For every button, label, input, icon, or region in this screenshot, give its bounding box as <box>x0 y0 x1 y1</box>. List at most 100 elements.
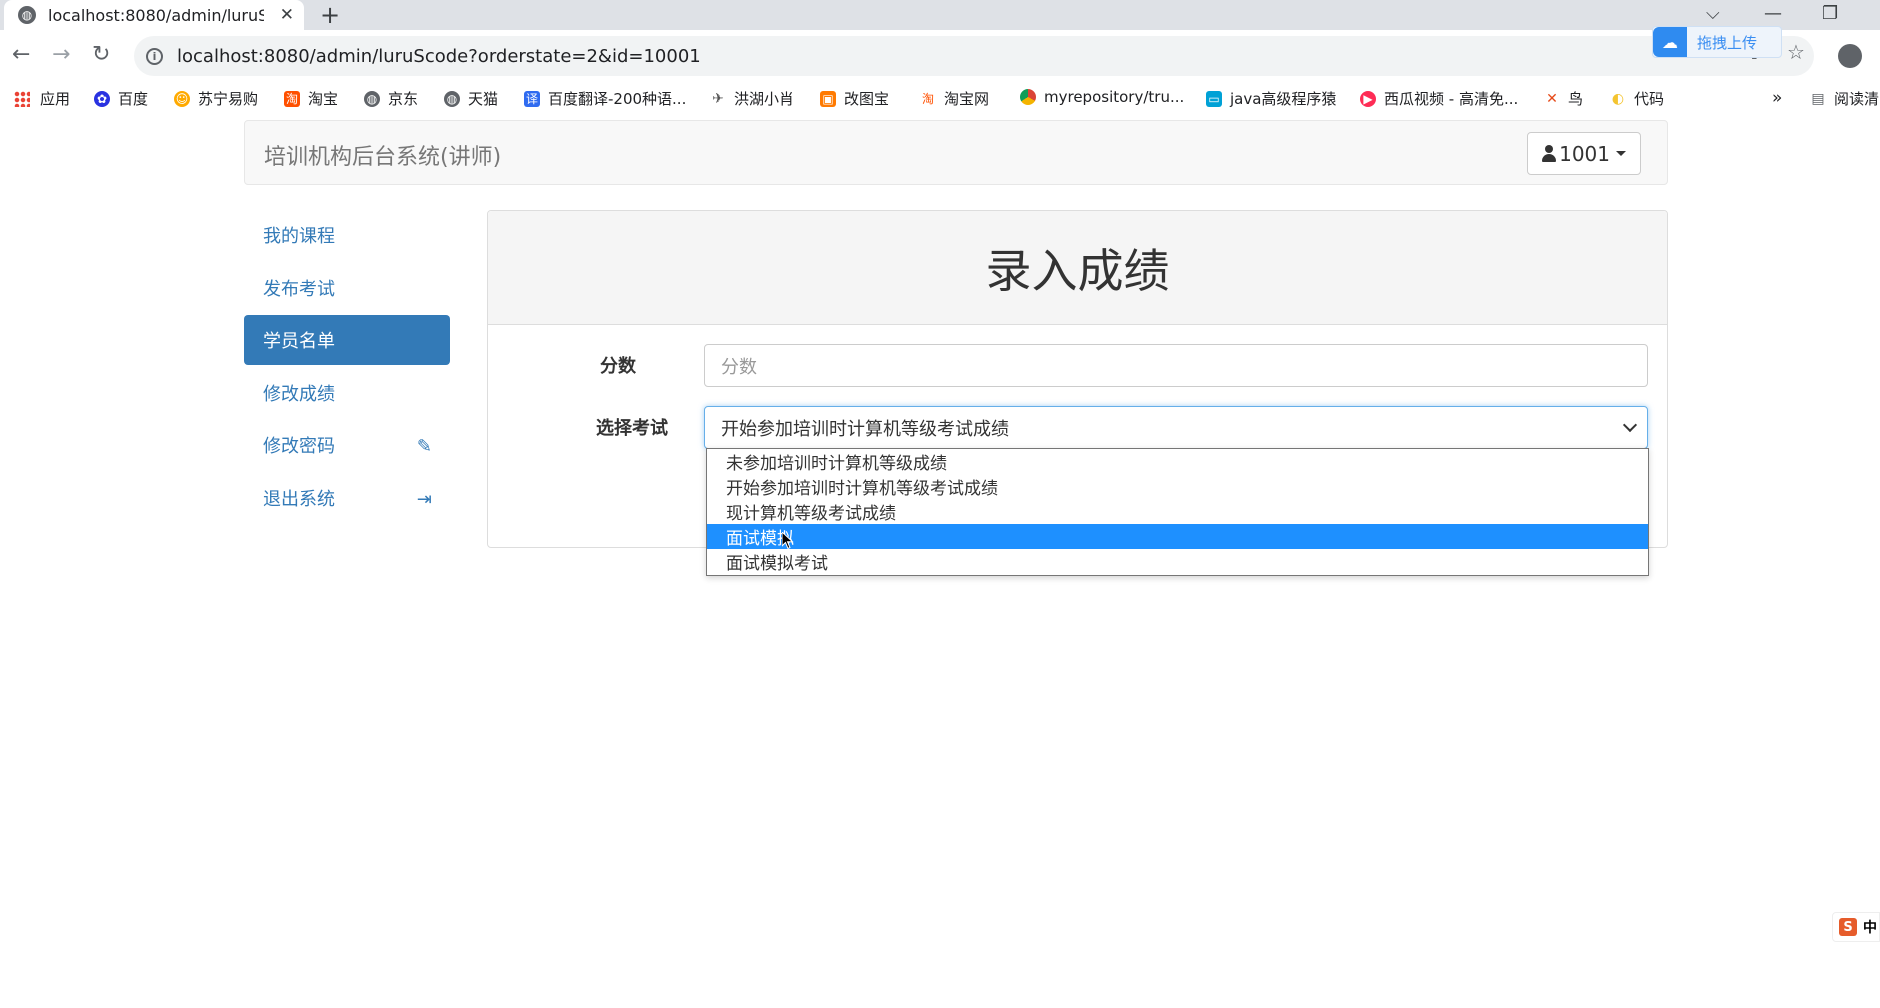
page-title: 录入成绩 <box>985 243 1170 298</box>
address-bar[interactable]: i localhost:8080/admin/luruScode?orderst… <box>134 36 1814 76</box>
bookmark-label: 淘宝 <box>308 90 339 108</box>
logout-icon: ⇥ <box>416 488 432 510</box>
bookmark-apps[interactable]: 应用 <box>14 88 70 109</box>
bookmark-label: 代码 <box>1634 90 1665 108</box>
bookmark-bird[interactable]: ✕ 鸟 <box>1544 88 1583 109</box>
bookmark-baidu-translate[interactable]: 译 百度翻译-200种语... <box>524 88 686 109</box>
score-input[interactable]: 分数 <box>704 344 1648 387</box>
sidebar-item-label: 修改成绩 <box>263 383 335 405</box>
bookmark-label: 苏宁易购 <box>198 90 259 108</box>
sidebar-item-label: 发布考试 <box>263 278 335 300</box>
bookmarks-bar: 应用 ✿ 百度 ☺ 苏宁易购 淘 淘宝 ◍ 京东 ◍ 天猫 译 百度翻译-200… <box>0 82 1880 112</box>
apps-grid-icon <box>14 90 30 107</box>
bookmark-baidu[interactable]: ✿ 百度 <box>94 88 148 109</box>
exam-option[interactable]: 开始参加培训时计算机等级考试成绩 <box>707 474 1648 499</box>
address-bar-url[interactable]: localhost:8080/admin/luruScode?orderstat… <box>177 46 701 67</box>
bookmark-taobao-net[interactable]: 淘 淘宝网 <box>920 88 989 109</box>
sidebar-item-publish-exam[interactable]: 发布考试 <box>244 263 450 313</box>
code-icon: ◐ <box>1610 90 1626 107</box>
tab-close-icon[interactable]: ✕ <box>280 5 294 25</box>
exam-option[interactable]: 面试模拟考试 <box>707 549 1648 574</box>
upload-label: 拖拽上传 <box>1697 33 1758 52</box>
sidebar-item-label: 我的课程 <box>263 226 335 247</box>
globe-icon: ◍ <box>444 90 460 107</box>
bookmark-gaitubao[interactable]: ▣ 改图宝 <box>820 88 889 109</box>
exam-option[interactable]: 现计算机等级考试成绩 <box>707 499 1648 524</box>
restore-icon[interactable]: ❐ <box>1822 0 1838 26</box>
sidebar-nav: 我的课程 发布考试 学员名单 修改成绩 修改密码 ✎ 退出系统 ⇥ <box>244 210 450 525</box>
reading-list-label: 阅读清 <box>1834 90 1880 108</box>
suning-icon: ☺ <box>174 90 190 107</box>
cloud-icon: ☁ <box>1653 27 1687 57</box>
chrome-icon <box>1020 89 1036 105</box>
bookmark-label: 鸟 <box>1568 90 1584 108</box>
sidebar-item-label: 学员名单 <box>263 331 335 352</box>
pencil-icon: ✎ <box>416 436 432 457</box>
user-dropdown-button[interactable]: 1001 <box>1527 132 1641 175</box>
bookmark-myrepository[interactable]: myrepository/tru... <box>1020 88 1184 106</box>
globe-icon: ◍ <box>18 6 36 24</box>
bookmark-label: 京东 <box>388 90 419 108</box>
bookmark-honghu[interactable]: ✈ 洪湖小肖 <box>710 88 794 109</box>
rocket-icon: ✈ <box>710 90 726 107</box>
bookmark-label: 天猫 <box>468 90 499 108</box>
reading-list[interactable]: ▤ 阅读清 <box>1810 88 1879 109</box>
caret-down-icon <box>1616 151 1626 156</box>
brand-title[interactable]: 培训机构后台系统(讲师) <box>264 139 501 171</box>
bilibili-icon: ▭ <box>1206 90 1222 107</box>
sogou-logo-icon: S <box>1839 918 1857 936</box>
sidebar-item-logout[interactable]: 退出系统 ⇥ <box>244 473 450 523</box>
reload-icon[interactable]: ↻ <box>92 42 110 67</box>
back-arrow-icon[interactable]: ← <box>12 42 30 67</box>
profile-avatar-icon[interactable] <box>1838 44 1862 68</box>
bookmark-label: 洪湖小肖 <box>734 90 795 108</box>
bookmark-jd[interactable]: ◍ 京东 <box>364 88 418 109</box>
minimize-icon[interactable]: — <box>1764 0 1782 26</box>
mouse-cursor-icon <box>782 532 794 550</box>
sidebar-item-student-list[interactable]: 学员名单 <box>244 315 450 365</box>
exam-option-highlighted[interactable]: 面试模拟 <box>707 524 1648 549</box>
exam-select[interactable]: 开始参加培训时计算机等级考试成绩 <box>704 406 1648 449</box>
bookmark-label: java高级程序猿 <box>1230 90 1337 108</box>
bookmark-suning[interactable]: ☺ 苏宁易购 <box>174 88 258 109</box>
user-id-label: 1001 <box>1559 141 1610 166</box>
bookmark-label: 淘宝网 <box>944 90 990 108</box>
browser-tab[interactable]: ◍ localhost:8080/admin/luruScode?orderst… <box>4 0 304 30</box>
bookmark-label: 改图宝 <box>844 90 890 108</box>
tab-title: localhost:8080/admin/luruScode?orderstat… <box>48 5 264 25</box>
site-info-icon[interactable]: i <box>146 47 163 65</box>
bookmark-label: 百度翻译-200种语... <box>548 90 687 108</box>
browser-toolbar: ← → ↻ i localhost:8080/admin/luruScode?o… <box>0 30 1880 82</box>
bookmark-taobao[interactable]: 淘 淘宝 <box>284 88 338 109</box>
bookmark-code[interactable]: ◐ 代码 <box>1610 88 1664 109</box>
more-bookmarks-icon[interactable]: » <box>1772 88 1782 108</box>
exam-label: 选择考试 <box>596 418 668 439</box>
bookmark-xigua[interactable]: ▶ 西瓜视频 - 高清免... <box>1360 88 1518 109</box>
sidebar-item-my-courses[interactable]: 我的课程 <box>244 210 450 260</box>
sidebar-item-label: 退出系统 <box>263 488 335 510</box>
exam-option[interactable]: 未参加培训时计算机等级成绩 <box>707 449 1648 474</box>
bookmark-star-icon[interactable]: ☆ <box>1787 40 1805 64</box>
tab-search-icon[interactable]: ⌵ <box>1706 0 1720 26</box>
bookmark-label: 应用 <box>40 90 71 108</box>
translate-icon: 译 <box>524 90 540 107</box>
bookmark-tmall[interactable]: ◍ 天猫 <box>444 88 498 109</box>
taobao-icon: 淘 <box>920 90 936 107</box>
bookmark-label: 百度 <box>118 90 149 108</box>
new-tab-button[interactable]: + <box>320 0 340 30</box>
baidu-upload-widget[interactable]: ☁ 拖拽上传 <box>1652 26 1782 58</box>
score-label: 分数 <box>600 356 636 377</box>
sidebar-item-label: 修改密码 <box>263 436 335 457</box>
bookmark-java[interactable]: ▭ java高级程序猿 <box>1206 88 1336 109</box>
sidebar-item-change-password[interactable]: 修改密码 ✎ <box>244 420 450 470</box>
bird-icon: ✕ <box>1544 90 1560 107</box>
sidebar-item-edit-scores[interactable]: 修改成绩 <box>244 368 450 418</box>
reading-list-icon: ▤ <box>1810 90 1826 107</box>
panel-heading: 录入成绩 <box>488 211 1667 325</box>
input-method-widget[interactable]: S 中 <box>1832 912 1880 942</box>
forward-arrow-icon[interactable]: → <box>52 42 70 67</box>
chevron-down-icon <box>1622 417 1638 433</box>
score-placeholder: 分数 <box>721 356 757 378</box>
browser-tabstrip: ◍ localhost:8080/admin/luruScode?orderst… <box>0 0 1880 30</box>
exam-dropdown-list[interactable]: 未参加培训时计算机等级成绩 开始参加培训时计算机等级考试成绩 现计算机等级考试成… <box>706 448 1649 576</box>
